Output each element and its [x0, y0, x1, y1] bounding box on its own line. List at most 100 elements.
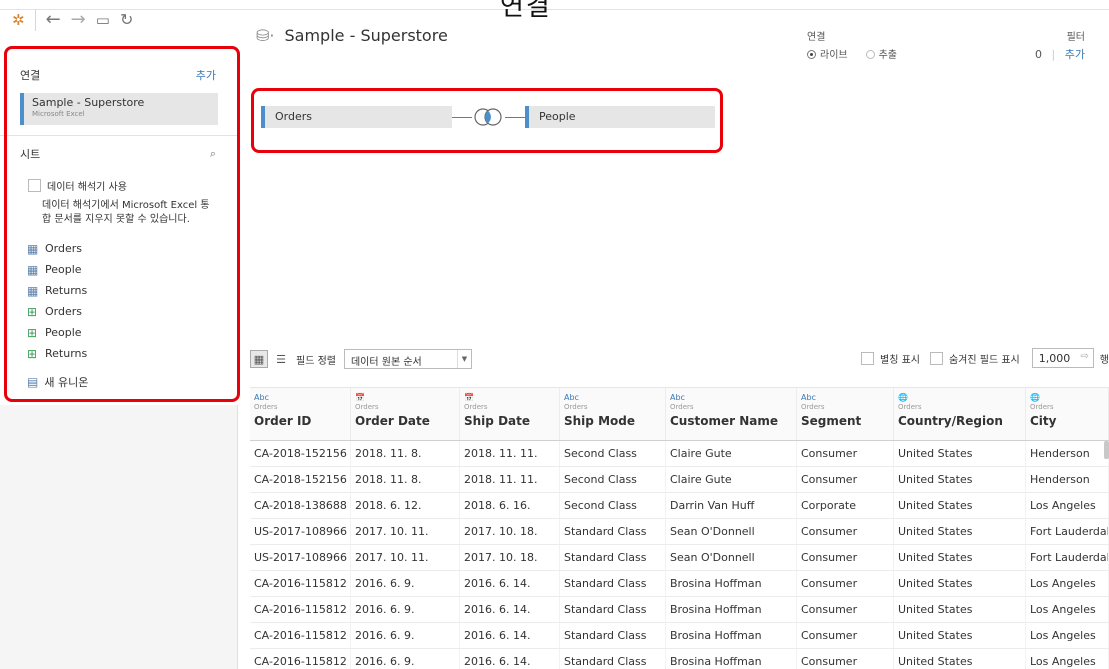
sort-value: 데이터 원본 순서: [350, 357, 422, 368]
table-cell: 2017. 10. 18.: [460, 519, 560, 544]
table-cell: Brosina Hoffman: [666, 623, 797, 648]
extract-label: 추출: [878, 50, 898, 61]
rows-suffix: 행: [1099, 354, 1109, 366]
datasource-title[interactable]: Sample - Superstore: [285, 26, 448, 45]
sort-dropdown[interactable]: 데이터 원본 순서 ▼: [343, 349, 472, 369]
column-header[interactable]: Abc Orders Segment: [797, 388, 894, 440]
grid-options: 별칭 표시 숨겨진 필드 표시 1,000 ⇨ 행: [861, 348, 1109, 368]
field-name: Customer Name: [670, 414, 778, 428]
save-icon[interactable]: ▭: [96, 12, 110, 28]
field-type-icon: Abc: [670, 393, 685, 402]
table-cell: Standard Class: [560, 545, 666, 570]
table-cell: 2017. 10. 11.: [351, 545, 460, 570]
table-cell: Consumer: [797, 649, 894, 669]
table-cell: Consumer: [797, 519, 894, 544]
table-cell: United States: [894, 519, 1026, 544]
table-cell: 2016. 6. 14.: [460, 597, 560, 622]
field-name: Segment: [801, 414, 862, 428]
table-cell: United States: [894, 571, 1026, 596]
filter-label: 필터: [1066, 32, 1085, 43]
table-cell: Consumer: [797, 597, 894, 622]
table-row: CA-2016-115812 2016. 6. 9. 2016. 6. 14. Sta…: [250, 623, 1109, 649]
field-name: Ship Mode: [564, 414, 635, 428]
table-cell: Los Angeles: [1026, 493, 1109, 518]
table-cell: 2016. 6. 9.: [351, 649, 460, 669]
table-row: CA-2018-152156 2018. 11. 8. 2018. 11. 11. S…: [250, 441, 1109, 467]
table-cell: US-2017-108966: [250, 519, 351, 544]
table-cell: 2018. 11. 11.: [460, 467, 560, 492]
table-cell: Consumer: [797, 545, 894, 570]
data-grid: Abc Orders Order ID 📅 Orders Order Date 📅 Order…: [250, 387, 1109, 669]
field-toolbar: ▦ ☰ 필드 정렬 데이터 원본 순서 ▼ 별칭 표시 숨겨진 필드 표시 1,…: [250, 348, 1109, 370]
table-cell: Corporate: [797, 493, 894, 518]
database-icon[interactable]: ⛁·: [256, 26, 275, 45]
join-highlight: [251, 88, 723, 153]
column-header[interactable]: 📅 Orders Ship Date: [460, 388, 560, 440]
forward-arrow-icon[interactable]: →: [71, 11, 86, 29]
table-cell: 2017. 10. 18.: [460, 545, 560, 570]
field-type-icon: 🌐: [1030, 393, 1040, 402]
table-cell: United States: [894, 467, 1026, 492]
refresh-icon[interactable]: ↻: [120, 12, 133, 28]
field-source: Orders: [464, 403, 488, 411]
connection-mode: 연결 라이브 추출: [807, 28, 897, 61]
field-source: Orders: [254, 403, 278, 411]
rows-value: 1,000: [1038, 352, 1071, 365]
back-arrow-icon[interactable]: ←: [46, 11, 61, 29]
grid-header: Abc Orders Order ID 📅 Orders Order Date 📅 Order…: [250, 387, 1109, 441]
field-source: Orders: [670, 403, 694, 411]
table-cell: CA-2018-152156: [250, 441, 351, 466]
field-source: Orders: [1030, 403, 1054, 411]
table-cell: CA-2018-138688: [250, 493, 351, 518]
table-cell: Los Angeles: [1026, 649, 1109, 669]
tableau-logo-icon[interactable]: ✲: [12, 12, 25, 28]
table-cell: Los Angeles: [1026, 597, 1109, 622]
extract-radio[interactable]: [865, 50, 875, 59]
list-view-icon[interactable]: ☰: [272, 350, 290, 368]
live-label: 라이브: [820, 50, 848, 61]
table-cell: Standard Class: [560, 649, 666, 669]
toolbar-separator: [34, 9, 36, 31]
column-header[interactable]: Abc Orders Customer Name: [666, 388, 797, 440]
apply-arrow-icon[interactable]: ⇨: [1080, 351, 1088, 362]
sort-label: 필드 정렬: [296, 355, 336, 367]
vertical-scrollbar[interactable]: [1104, 441, 1109, 459]
field-type-icon: Abc: [564, 393, 579, 402]
table-row: US-2017-108966 2017. 10. 11. 2017. 10. 18.…: [250, 519, 1109, 545]
live-radio[interactable]: [807, 50, 816, 59]
datasource-header: ⛁· Sample - Superstore: [256, 26, 448, 45]
rows-input[interactable]: 1,000 ⇨: [1031, 348, 1094, 368]
column-header[interactable]: 🌐 Orders Country/Region: [894, 388, 1026, 440]
table-cell: Brosina Hoffman: [666, 571, 797, 596]
table-cell: Consumer: [797, 467, 894, 492]
live-option[interactable]: 라이브: [807, 46, 848, 61]
column-header[interactable]: Abc Orders Ship Mode: [560, 388, 666, 440]
field-name: Country/Region: [898, 414, 1003, 428]
hidden-fields-label: 숨겨진 필드 표시: [948, 354, 1020, 366]
column-header[interactable]: 📅 Orders Order Date: [351, 388, 460, 440]
table-cell: CA-2018-152156: [250, 467, 351, 492]
table-cell: United States: [894, 597, 1026, 622]
add-filter-link[interactable]: 추가: [1065, 48, 1085, 61]
chevron-down-icon: ▼: [456, 350, 471, 368]
table-cell: Henderson: [1026, 467, 1109, 492]
table-cell: 2018. 11. 8.: [351, 441, 460, 466]
table-cell: Second Class: [560, 493, 666, 518]
table-cell: US-2017-108966: [250, 545, 351, 570]
field-type-icon: 📅: [464, 393, 474, 402]
table-cell: 2016. 6. 14.: [460, 571, 560, 596]
grid-view-icon[interactable]: ▦: [250, 350, 268, 368]
column-header[interactable]: 🌐 Orders City: [1026, 388, 1109, 440]
sidebar-highlight: [4, 46, 240, 402]
table-row: US-2017-108966 2017. 10. 11. 2017. 10. 18.…: [250, 545, 1109, 571]
table-cell: Standard Class: [560, 519, 666, 544]
column-header[interactable]: Abc Orders Order ID: [250, 388, 351, 440]
toolbar: ✲ ← → ▭ ↻: [0, 0, 238, 40]
table-cell: Second Class: [560, 467, 666, 492]
extract-option[interactable]: 추출: [865, 46, 898, 61]
table-cell: Consumer: [797, 441, 894, 466]
alias-checkbox[interactable]: [861, 351, 874, 365]
hidden-fields-checkbox[interactable]: [929, 351, 943, 365]
table-cell: Sean O'Donnell: [666, 545, 797, 570]
field-name: Ship Date: [464, 414, 530, 428]
